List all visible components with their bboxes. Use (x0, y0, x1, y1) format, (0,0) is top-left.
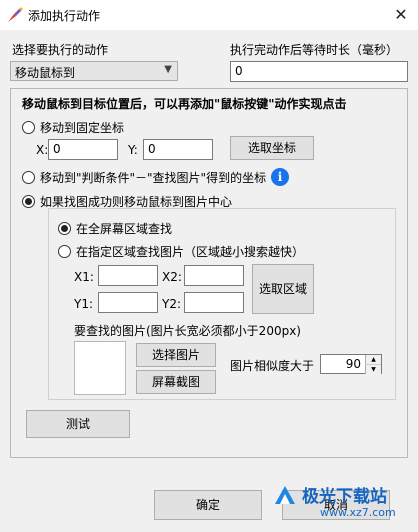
y-input[interactable]: 0 (143, 139, 213, 160)
test-button[interactable]: 测试 (26, 410, 130, 438)
y-label: Y: (128, 143, 138, 157)
wait-label: 执行完动作后等待时长（毫秒） (230, 43, 399, 57)
radio-condition-coord-label[interactable]: 移动到"判断条件"－"查找图片"得到的坐标 (40, 169, 266, 186)
choose-image-button[interactable]: 选择图片 (136, 343, 216, 367)
x-input-value: 0 (53, 142, 61, 156)
screenshot-button[interactable]: 屏幕截图 (136, 370, 216, 394)
window-title: 添加执行动作 (28, 9, 101, 23)
x2-label: X2: (162, 270, 182, 284)
radio-full-screen[interactable] (58, 222, 71, 235)
radio-fixed-coord[interactable] (22, 121, 35, 134)
radio-fixed-coord-label[interactable]: 移动到固定坐标 (40, 119, 124, 136)
y1-label: Y1: (74, 297, 94, 311)
wait-input-value: 0 (235, 64, 243, 78)
similarity-label: 图片相似度大于 (230, 359, 315, 373)
pick-coord-button[interactable]: 选取坐标 (230, 136, 314, 160)
radio-image-center[interactable] (22, 195, 35, 208)
watermark-logo-icon (275, 486, 295, 504)
action-label: 选择要执行的动作 (12, 43, 109, 57)
y2-input[interactable] (184, 292, 244, 313)
y2-label: Y2: (162, 297, 182, 311)
image-preview (74, 341, 126, 395)
spin-up-icon[interactable]: ▲ (365, 355, 381, 364)
chevron-down-icon: ▼ (164, 64, 172, 75)
radio-condition-coord[interactable] (22, 171, 35, 184)
radio-region[interactable] (58, 245, 71, 258)
info-icon[interactable]: i (271, 168, 289, 186)
ok-button[interactable]: 确定 (154, 490, 262, 520)
radio-region-label[interactable]: 在指定区域查找图片（区域越小搜索越快） (76, 243, 304, 260)
pick-region-button[interactable]: 选取区域 (252, 264, 314, 314)
action-select-value: 移动鼠标到 (15, 66, 76, 80)
y1-input[interactable] (98, 292, 158, 313)
watermark-text: 极光下载站 (302, 487, 387, 507)
x1-label: X1: (74, 270, 94, 284)
panel-heading: 移动鼠标到目标位置后，可以再添加"鼠标按键"动作实现点击 (22, 97, 347, 111)
watermark: 极光下载站 www.xz7.com (272, 478, 412, 528)
x2-input[interactable] (184, 265, 244, 286)
spin-down-icon[interactable]: ▼ (365, 364, 381, 374)
similarity-value: 90 (345, 357, 361, 371)
x-label: X: (36, 143, 49, 157)
x1-input[interactable] (98, 265, 158, 286)
image-note: 要查找的图片(图片长宽必须都小于200px) (74, 324, 301, 338)
action-select[interactable]: 移动鼠标到 ▼ (10, 61, 178, 81)
app-logo-icon (8, 7, 23, 22)
radio-full-screen-label[interactable]: 在全屏幕区域查找 (76, 220, 172, 237)
y-input-value: 0 (148, 142, 156, 156)
similarity-spinner[interactable]: 90 ▲ ▼ (320, 354, 382, 374)
x-input[interactable]: 0 (48, 139, 118, 160)
close-icon[interactable]: ✕ (384, 0, 418, 30)
wait-input[interactable]: 0 (230, 61, 408, 82)
watermark-url: www.xz7.com (320, 506, 396, 519)
